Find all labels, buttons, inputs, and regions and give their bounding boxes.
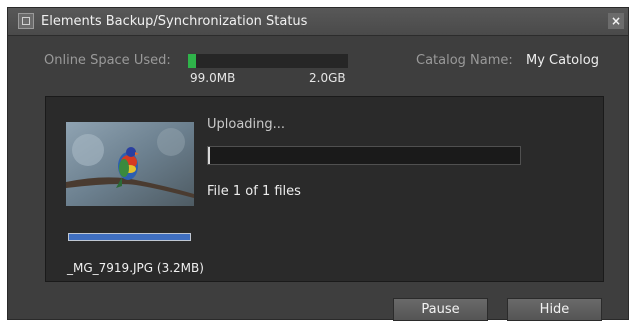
hide-button[interactable]: Hide [507, 298, 602, 321]
online-space-meter [188, 54, 348, 68]
catalog-name-value: My Catolog [526, 53, 599, 68]
file-count-text: File 1 of 1 files [207, 184, 301, 199]
pause-button[interactable]: Pause [393, 298, 488, 321]
upload-status-text: Uploading... [207, 117, 286, 132]
close-icon[interactable]: × [608, 13, 624, 29]
upload-progress-bar [207, 146, 521, 165]
online-space-total-value: 2.0GB [309, 71, 346, 85]
upload-panel: _MG_7919.JPG (3.2MB) Uploading... File 1… [45, 96, 604, 282]
title-bar[interactable]: Elements Backup/Synchronization Status × [8, 8, 628, 36]
upload-progress-fill [208, 147, 210, 164]
online-space-meter-fill [188, 54, 196, 68]
backup-status-dialog: Elements Backup/Synchronization Status ×… [7, 7, 629, 321]
online-space-label: Online Space Used: [44, 53, 171, 68]
window-title: Elements Backup/Synchronization Status [41, 14, 308, 29]
app-window-icon [18, 13, 34, 29]
catalog-name-label: Catalog Name: [416, 53, 513, 68]
file-progress-bar [68, 233, 191, 241]
online-space-used-value: 99.0MB [190, 71, 236, 85]
file-progress-fill [69, 234, 190, 240]
bird-photo-thumbnail [66, 122, 194, 206]
file-name: _MG_7919.JPG (3.2MB) [67, 261, 204, 275]
